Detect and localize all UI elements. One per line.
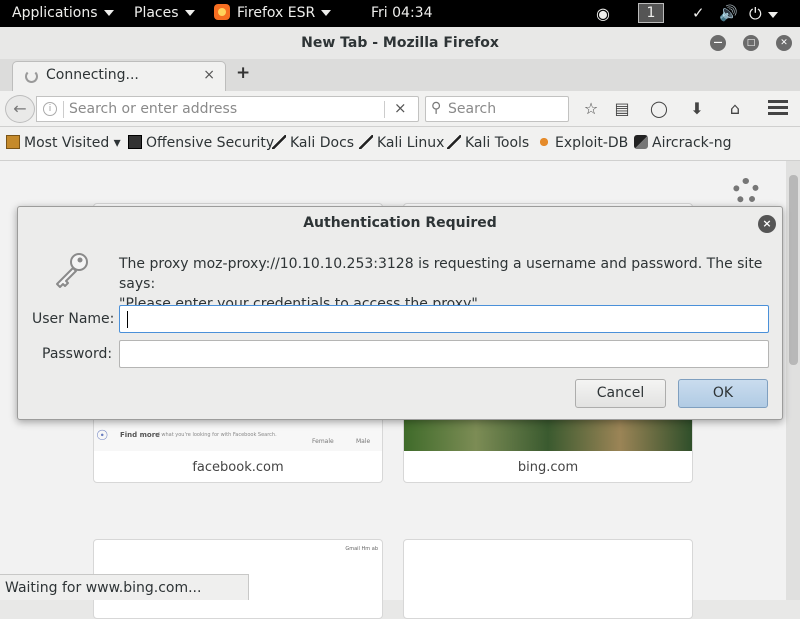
thumb-option: Male	[356, 438, 371, 445]
search-icon: ⚲	[431, 100, 442, 116]
search-input[interactable]	[448, 100, 563, 118]
new-tab-button[interactable]: +	[236, 63, 250, 83]
cancel-button[interactable]: Cancel	[575, 379, 666, 408]
scrollbar-thumb[interactable]	[789, 175, 798, 365]
bookmark-aircrack-ng[interactable]: Aircrack-ng	[634, 135, 732, 151]
url-bar[interactable]: i ×	[36, 96, 419, 122]
places-label: Places	[134, 5, 179, 21]
close-window-button[interactable]: ✕	[776, 35, 792, 51]
home-icon[interactable]: ⌂	[724, 98, 746, 120]
pocket-icon[interactable]: ◯	[648, 98, 670, 120]
hamburger-menu-icon[interactable]	[768, 100, 788, 118]
search-bar[interactable]: ⚲	[425, 96, 569, 122]
username-field[interactable]	[119, 305, 769, 333]
reading-list-icon[interactable]: ▤	[611, 98, 633, 120]
bookmarks-toolbar: Most Visited ▾ Offensive Security Kali D…	[0, 127, 800, 161]
download-icon[interactable]: ⬇	[686, 98, 708, 120]
tab-connecting[interactable]: Connecting... ×	[12, 61, 226, 91]
gear-icon[interactable]	[733, 178, 759, 204]
tile-empty[interactable]	[403, 539, 693, 619]
app-menu[interactable]: Firefox ESR	[214, 0, 332, 27]
url-input[interactable]	[69, 100, 379, 118]
kali-icon	[359, 135, 373, 149]
tile-caption: bing.com	[517, 460, 579, 475]
maximize-button[interactable]: □	[743, 35, 759, 51]
bookmark-kali-linux[interactable]: Kali Linux	[359, 135, 444, 151]
thumb-text: Find more	[120, 431, 160, 439]
navigation-toolbar: i × ← ⚲ ☆ ▤ ◯ ⬇ ⌂	[0, 91, 800, 127]
username-label: User Name:	[32, 311, 115, 327]
message-line: The proxy moz-proxy://10.10.10.253:3128 …	[119, 256, 763, 292]
chevron-down-icon	[103, 10, 114, 16]
bookmark-most-visited[interactable]: Most Visited ▾	[6, 135, 121, 151]
password-input[interactable]	[120, 341, 768, 367]
bookmark-label: Kali Tools	[465, 135, 530, 151]
divider	[384, 101, 385, 118]
arrow-left-icon: ←	[13, 99, 27, 118]
tab-bar: Connecting... × +	[0, 59, 800, 91]
bookmark-label: Exploit-DB	[555, 135, 629, 151]
offsec-icon	[128, 135, 142, 149]
dialog-close-icon[interactable]: ×	[758, 215, 776, 233]
thumb-text: Gmail Hm ab	[345, 546, 378, 552]
share-icon: ☉	[96, 428, 109, 444]
username-input[interactable]	[120, 306, 768, 332]
places-menu[interactable]: Places	[134, 0, 195, 27]
bookmark-kali-docs[interactable]: Kali Docs	[272, 135, 354, 151]
password-label: Password:	[42, 346, 113, 362]
info-icon[interactable]: i	[43, 102, 57, 116]
aircrack-icon	[634, 135, 648, 149]
loading-spinner-icon	[25, 70, 38, 83]
app-name-label: Firefox ESR	[237, 5, 316, 21]
video-camera-icon[interactable]: ◉	[596, 0, 610, 27]
tab-label: Connecting...	[46, 67, 139, 83]
authentication-dialog: Authentication Required × The proxy moz-…	[17, 206, 783, 420]
tab-close-icon[interactable]: ×	[203, 67, 215, 83]
bookmark-kali-tools[interactable]: Kali Tools	[447, 135, 529, 151]
exploitdb-icon	[537, 135, 551, 149]
minimize-button[interactable]: —	[710, 35, 726, 51]
window-titlebar: New Tab - Mozilla Firefox — □ ✕	[0, 27, 800, 59]
ok-button[interactable]: OK	[678, 379, 768, 408]
kali-icon	[447, 135, 461, 149]
text-cursor	[127, 311, 128, 328]
applications-menu[interactable]: Applications	[12, 0, 114, 27]
chevron-down-icon	[184, 10, 195, 16]
divider	[63, 101, 64, 118]
tile-caption: facebook.com	[192, 460, 284, 475]
tile-thumbnail: ☉ Find more of what you're looking for w…	[94, 419, 382, 451]
kali-icon	[272, 135, 286, 149]
gnome-top-bar: Applications Places Firefox ESR Fri 04:3…	[0, 0, 800, 27]
tile-thumbnail	[404, 419, 692, 451]
clock[interactable]: Fri 04:34	[371, 0, 432, 27]
bookmark-offensive-security[interactable]: Offensive Security	[128, 135, 274, 151]
bookmark-star-icon[interactable]: ☆	[580, 98, 602, 120]
applications-label: Applications	[12, 5, 98, 21]
folder-icon	[6, 135, 20, 149]
key-icon	[56, 253, 88, 288]
bookmark-exploit-db[interactable]: Exploit-DB	[537, 135, 628, 151]
bookmark-label: Kali Docs	[290, 135, 355, 151]
power-icon[interactable]: ⏻	[749, 0, 778, 27]
password-field[interactable]	[119, 340, 769, 368]
workspace-number: 1	[638, 3, 664, 23]
bookmark-label: Most Visited ▾	[24, 135, 121, 151]
firefox-icon	[214, 4, 230, 20]
window-title: New Tab - Mozilla Firefox	[301, 35, 499, 51]
clear-url-icon[interactable]: ×	[394, 99, 407, 117]
thumb-subtext: of what you're looking for with Facebook…	[155, 432, 277, 438]
back-button[interactable]: ←	[5, 95, 35, 123]
bookmark-label: Offensive Security	[146, 135, 275, 151]
bookmark-label: Aircrack-ng	[652, 135, 732, 151]
chevron-down-icon	[767, 11, 778, 18]
status-bar: Waiting for www.bing.com...	[0, 574, 249, 600]
dialog-title: Authentication Required	[303, 215, 497, 231]
network-icon[interactable]: ✓	[692, 0, 705, 27]
workspace-indicator[interactable]: 1	[638, 3, 664, 24]
chevron-down-icon	[321, 10, 332, 16]
bookmark-label: Kali Linux	[377, 135, 445, 151]
volume-icon[interactable]: 🔊	[719, 0, 738, 27]
thumb-option: Female	[312, 438, 334, 445]
